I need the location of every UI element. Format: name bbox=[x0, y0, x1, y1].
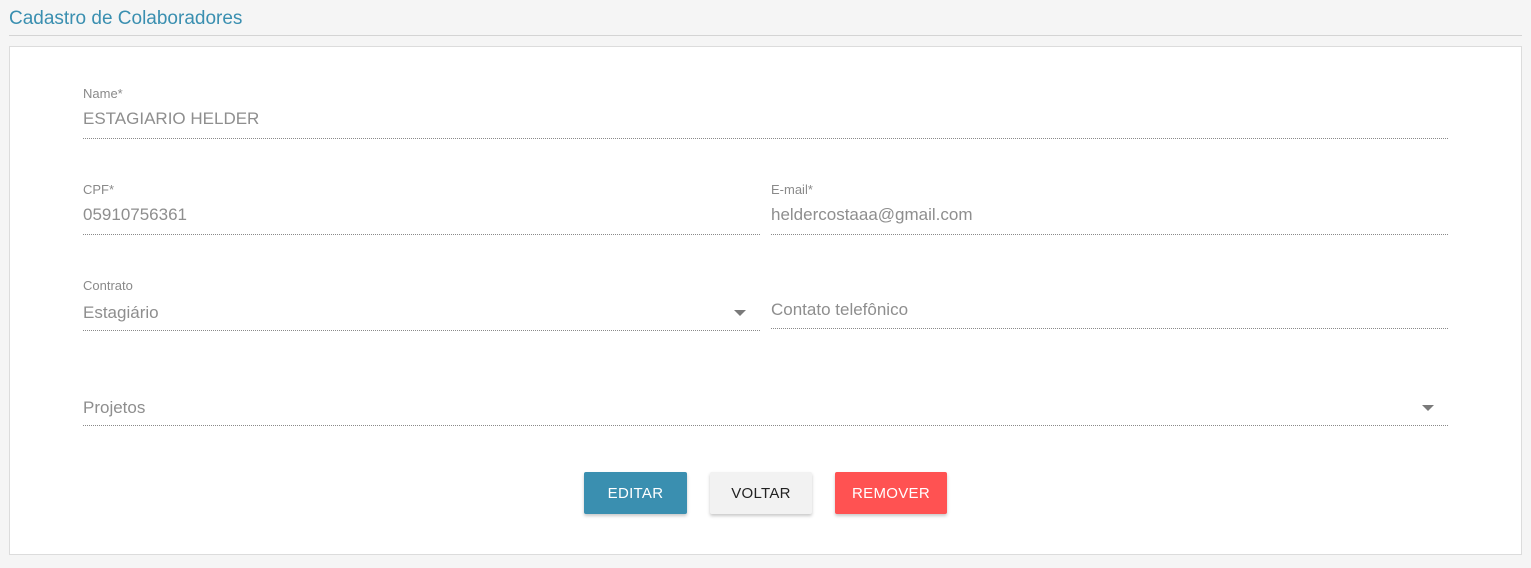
projetos-select[interactable]: Projetos bbox=[83, 377, 1448, 437]
cpf-field[interactable]: CPF* 05910756361 bbox=[83, 183, 760, 243]
email-label: E-mail* bbox=[771, 182, 813, 197]
contrato-select[interactable]: Contrato Estagiário bbox=[83, 279, 760, 339]
title-divider bbox=[9, 35, 1522, 36]
contrato-underline bbox=[83, 330, 760, 331]
form-card: Name* ESTAGIARIO HELDER CPF* 05910756361… bbox=[9, 46, 1522, 555]
contrato-value[interactable]: Estagiário bbox=[83, 303, 159, 323]
projetos-placeholder[interactable]: Projetos bbox=[83, 398, 145, 418]
contrato-label: Contrato bbox=[83, 278, 133, 293]
remove-button[interactable]: REMOVER bbox=[835, 472, 947, 514]
name-label: Name* bbox=[83, 86, 123, 101]
name-field[interactable]: Name* ESTAGIARIO HELDER bbox=[83, 87, 1448, 147]
email-value[interactable]: heldercostaaa@gmail.com bbox=[771, 205, 973, 225]
back-button[interactable]: VOLTAR bbox=[710, 472, 812, 514]
name-underline bbox=[83, 138, 1448, 139]
contato-telefonico-placeholder[interactable]: Contato telefônico bbox=[771, 300, 908, 320]
page-title: Cadastro de Colaboradores bbox=[9, 8, 243, 29]
chevron-down-icon[interactable] bbox=[734, 310, 746, 316]
projetos-underline bbox=[83, 425, 1448, 426]
cpf-underline bbox=[83, 234, 760, 235]
email-field[interactable]: E-mail* heldercostaaa@gmail.com bbox=[771, 183, 1448, 243]
cpf-value[interactable]: 05910756361 bbox=[83, 205, 187, 225]
contato-underline bbox=[771, 328, 1448, 329]
email-underline bbox=[771, 234, 1448, 235]
name-value[interactable]: ESTAGIARIO HELDER bbox=[83, 109, 259, 129]
contato-telefonico-input[interactable]: Contato telefônico bbox=[771, 279, 1448, 339]
chevron-down-icon[interactable] bbox=[1422, 405, 1434, 411]
cpf-label: CPF* bbox=[83, 182, 115, 197]
edit-button[interactable]: EDITAR bbox=[584, 472, 687, 514]
